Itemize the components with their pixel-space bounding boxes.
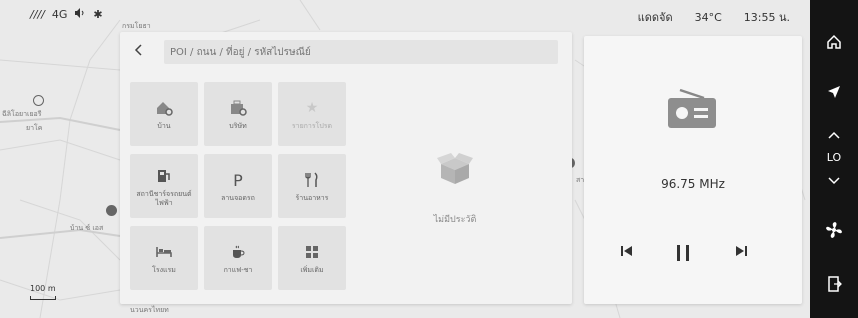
map-poi-icon bbox=[33, 95, 44, 106]
exit-door-icon bbox=[828, 276, 842, 292]
star-icon: ★ bbox=[305, 100, 319, 116]
ev-charging-icon bbox=[156, 165, 172, 187]
navigation-button[interactable] bbox=[810, 80, 858, 104]
category-more[interactable]: เพิ่มเติม bbox=[278, 226, 346, 290]
category-label: ร้านอาหาร bbox=[295, 194, 329, 202]
fan-icon bbox=[826, 222, 842, 238]
volume-icon bbox=[74, 8, 86, 21]
category-restaurant[interactable]: ร้านอาหาร bbox=[278, 154, 346, 218]
category-label: เพิ่มเติม bbox=[300, 266, 324, 274]
chevron-left-icon bbox=[134, 44, 142, 56]
status-bar: //// 4G ✱ แดดจัด 34°C 13:55 น. bbox=[0, 0, 810, 28]
category-label: สถานีชาร์จรถยนต์ไฟฟ้า bbox=[136, 189, 192, 207]
history-empty-label: ไม่มีประวัติ bbox=[433, 215, 477, 225]
search-bar bbox=[120, 38, 572, 66]
category-label: รายการโปรด bbox=[291, 122, 333, 130]
chevron-down-icon bbox=[828, 177, 840, 185]
seat-button[interactable] bbox=[810, 272, 858, 296]
category-label: บริษัท bbox=[229, 122, 247, 130]
map-place-label: นวนครไทยท bbox=[130, 306, 169, 314]
coffee-icon bbox=[230, 241, 246, 263]
map-scale-bar bbox=[30, 296, 56, 300]
map-place-label: บ้าน ซ์ เอส bbox=[70, 224, 104, 232]
clock: 13:55 น. bbox=[743, 11, 790, 24]
fan-speed-up-button[interactable] bbox=[810, 128, 858, 142]
map-place-label: ฉีลิโอยาเยอรี bbox=[2, 110, 42, 118]
pause-icon bbox=[677, 245, 689, 261]
back-button[interactable] bbox=[134, 43, 150, 61]
hotel-icon bbox=[155, 241, 173, 263]
fan-speed-down-button[interactable] bbox=[810, 174, 858, 188]
home-settings-icon bbox=[155, 97, 173, 119]
map-poi-icon bbox=[106, 205, 117, 216]
brightness-mode: แดดจัด bbox=[637, 11, 673, 24]
fan-button[interactable] bbox=[810, 218, 858, 242]
category-label: กาแฟ-ชา bbox=[223, 266, 253, 274]
category-coffee[interactable]: กาแฟ-ชา bbox=[204, 226, 272, 290]
skip-previous-icon bbox=[621, 246, 632, 256]
chevron-up-icon bbox=[828, 131, 840, 139]
search-panel: บ้าน บริษัท ★ รายการโปรด สถานีชาร์จรถยนต… bbox=[120, 32, 572, 304]
category-company[interactable]: บริษัท bbox=[204, 82, 272, 146]
bluetooth-icon: ✱ bbox=[93, 8, 103, 21]
pause-button[interactable] bbox=[674, 244, 692, 262]
company-icon bbox=[229, 97, 247, 119]
category-parking[interactable]: P ลานจอดรถ bbox=[204, 154, 272, 218]
category-ev-charging[interactable]: สถานีชาร์จรถยนต์ไฟฟ้า bbox=[130, 154, 198, 218]
more-grid-icon bbox=[305, 241, 319, 263]
previous-button[interactable] bbox=[620, 244, 634, 258]
restaurant-icon bbox=[305, 169, 319, 191]
next-button[interactable] bbox=[734, 244, 748, 258]
category-favorites[interactable]: ★ รายการโปรด bbox=[278, 82, 346, 146]
category-label: บ้าน bbox=[157, 122, 171, 130]
map-scale-label: 100 m bbox=[30, 284, 56, 293]
signal-strength: //// bbox=[30, 8, 45, 21]
history-empty-state: ไม่มีประวัติ bbox=[390, 152, 520, 226]
radio-icon bbox=[666, 88, 718, 134]
home-icon bbox=[827, 34, 841, 49]
outside-temperature: 34°C bbox=[694, 10, 722, 24]
category-label: โรงแรม bbox=[152, 266, 176, 274]
radio-frequency: 96.75 MHz bbox=[661, 177, 725, 191]
radio-card[interactable]: 96.75 MHz bbox=[584, 36, 802, 304]
skip-next-icon bbox=[736, 246, 747, 256]
search-input[interactable] bbox=[164, 40, 558, 64]
category-hotel[interactable]: โรงแรม bbox=[130, 226, 198, 290]
fan-speed-label: LO bbox=[826, 150, 842, 164]
category-home[interactable]: บ้าน bbox=[130, 82, 198, 146]
network-type: 4G bbox=[51, 8, 68, 21]
navigation-arrow-icon bbox=[828, 86, 840, 98]
parking-icon: P bbox=[233, 170, 243, 190]
empty-box-icon bbox=[390, 152, 520, 190]
category-label: ลานจอดรถ bbox=[221, 194, 255, 202]
map-place-label: ยาโค bbox=[26, 124, 43, 132]
vehicle-control-rail: LO bbox=[810, 0, 858, 318]
home-button[interactable] bbox=[810, 30, 858, 54]
